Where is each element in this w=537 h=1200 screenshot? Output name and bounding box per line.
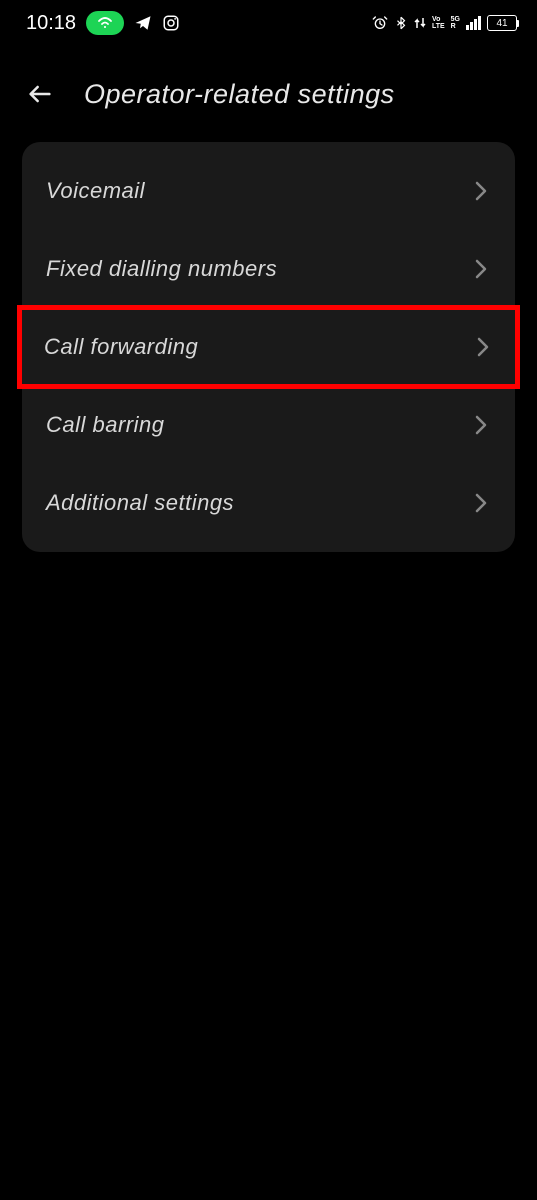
chevron-right-icon [475,181,487,201]
settings-row-call-forwarding[interactable]: Call forwarding [20,308,517,386]
battery-indicator: 41 [487,15,517,31]
alarm-icon [372,15,388,31]
page-header: Operator-related settings [0,46,537,142]
settings-row-fixed-dialling[interactable]: Fixed dialling numbers [22,230,515,308]
settings-label: Fixed dialling numbers [46,256,277,282]
page-title: Operator-related settings [84,79,395,110]
instagram-icon [162,14,180,32]
5g-indicator: 5G R [451,16,460,30]
settings-row-call-barring[interactable]: Call barring [22,386,515,464]
chevron-right-icon [475,493,487,513]
status-left: 10:18 [26,11,180,35]
chevron-right-icon [477,337,489,357]
status-right: Vo LTE 5G R 41 [372,15,517,31]
arrow-left-icon [26,80,54,108]
back-button[interactable] [22,76,58,112]
bluetooth-icon [394,15,408,31]
status-time: 10:18 [26,12,76,35]
chevron-right-icon [475,259,487,279]
settings-panel: Voicemail Fixed dialling numbers Call fo… [22,142,515,552]
wifi-indicator [86,11,124,35]
settings-row-additional-settings[interactable]: Additional settings [22,464,515,542]
volte-indicator: Vo LTE [432,16,445,30]
signal-icon [466,16,481,30]
wifi-icon [97,17,113,29]
settings-label: Additional settings [46,490,234,516]
settings-row-voicemail[interactable]: Voicemail [22,152,515,230]
battery-level: 41 [496,18,507,29]
telegram-icon [134,14,152,32]
settings-label: Voicemail [46,178,145,204]
settings-label: Call barring [46,412,165,438]
chevron-right-icon [475,415,487,435]
mobile-data-icon [414,16,426,30]
status-bar: 10:18 Vo LTE 5G R [0,0,537,46]
settings-label: Call forwarding [44,334,198,360]
